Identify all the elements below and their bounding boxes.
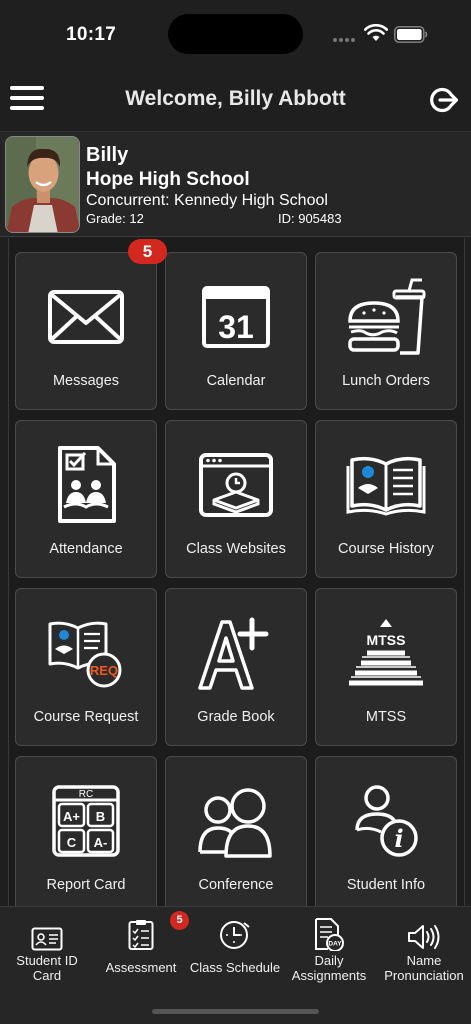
tile-label: Grade Book [197, 709, 275, 725]
id-card-icon [31, 927, 63, 951]
student-grade: Grade: 12 [86, 211, 144, 226]
tile-lunch-orders[interactable]: Lunch Orders [315, 252, 457, 410]
people-icon [198, 788, 272, 858]
wifi-icon [364, 24, 388, 41]
student-name: Billy [86, 144, 129, 166]
day-label: DAY [328, 941, 342, 948]
feature-grid: Messages 31 Calendar Lunch Orders Attend… [8, 238, 465, 906]
home-indicator[interactable] [152, 1009, 319, 1014]
svg-text:i: i [394, 824, 403, 853]
tile-label: Class Websites [186, 541, 286, 557]
mtss-text: MTSS [367, 632, 406, 648]
grade-cell: A- [94, 835, 108, 850]
pyramid-icon: MTSS [349, 619, 423, 686]
tile-messages[interactable]: Messages [15, 252, 157, 410]
tab-name-pronunciation[interactable]: Name Pronunciation [378, 917, 470, 983]
tab-label: Assignments [291, 968, 367, 983]
app-header: Welcome, Billy Abbott [0, 66, 471, 130]
open-book-icon [346, 456, 426, 516]
clock-icon [220, 921, 250, 949]
envelope-icon [48, 290, 124, 344]
tab-class-schedule[interactable]: Class Schedule [186, 917, 284, 975]
book-req-icon: REQ [48, 621, 122, 688]
tile-course-request[interactable]: REQ Course Request [15, 588, 157, 746]
person-info-icon: i [355, 785, 418, 857]
browser-clock-icon [199, 453, 273, 517]
tile-label: Conference [198, 877, 274, 893]
tile-label: MTSS [365, 709, 407, 725]
day-document-icon: DAY [315, 918, 344, 951]
tab-assessment[interactable]: Assessment [100, 917, 182, 975]
tile-label: Lunch Orders [342, 373, 430, 389]
rc-label: RC [79, 789, 93, 800]
tile-report-card[interactable]: RC A+ B C A- Report Card [15, 756, 157, 906]
tile-label: Course History [338, 541, 434, 557]
speaker-icon [408, 925, 440, 949]
battery-icon [394, 26, 428, 43]
grade-cell: A+ [63, 809, 80, 824]
calendar-day: 31 [218, 309, 254, 345]
tab-label: Name [406, 953, 442, 968]
burger-drink-icon [348, 278, 426, 355]
status-bar: 10:17 [0, 0, 471, 66]
calendar-icon: 31 [202, 286, 270, 348]
tile-label: Attendance [49, 541, 123, 557]
messages-unread-badge: 5 [128, 239, 167, 264]
tile-label: Calendar [206, 373, 266, 389]
tab-label: Assessment [105, 960, 177, 975]
attendance-clipboard-icon [58, 446, 116, 523]
tile-student-info[interactable]: i Student Info [315, 756, 457, 906]
tab-daily-assignments[interactable]: DAY Daily Assignments [288, 917, 370, 983]
tile-course-history[interactable]: Course History [315, 420, 457, 578]
bottom-tab-bar: Student ID Card Assessment Class Schedul… [0, 906, 471, 1024]
a-plus-icon [198, 617, 269, 690]
tab-label: Daily [314, 953, 344, 968]
tile-conference[interactable]: Conference [165, 756, 307, 906]
tab-label: Student ID [16, 953, 78, 968]
logout-button[interactable] [428, 86, 458, 114]
student-id: ID: 905483 [278, 211, 342, 226]
school-name: Hope High School [86, 169, 250, 190]
tile-calendar[interactable]: 31 Calendar [165, 252, 307, 410]
tile-mtss[interactable]: MTSS MTSS [315, 588, 457, 746]
concurrent-school: Concurrent: Kennedy High School [86, 192, 328, 209]
student-avatar [5, 136, 80, 233]
grade-cell: B [96, 809, 105, 824]
req-label: REQ [90, 663, 118, 678]
tab-label: Class Schedule [189, 960, 281, 975]
tile-attendance[interactable]: Attendance [15, 420, 157, 578]
grade-cell: C [67, 835, 77, 850]
checklist-icon [128, 920, 154, 950]
tile-label: Messages [52, 373, 120, 389]
report-card-icon: RC A+ B C A- [52, 785, 120, 857]
tab-label: Card [32, 968, 62, 983]
tab-label: Pronunciation [384, 968, 464, 983]
assessment-badge: 5 [170, 911, 189, 930]
tile-label: Student Info [346, 877, 426, 893]
dynamic-island [168, 14, 303, 54]
student-profile: Billy Hope High School Concurrent: Kenne… [0, 131, 471, 237]
tile-class-websites[interactable]: Class Websites [165, 420, 307, 578]
tab-student-id-card[interactable]: Student ID Card [6, 917, 88, 983]
tile-label: Course Request [33, 709, 139, 725]
status-time: 10:17 [66, 24, 117, 45]
tile-label: Report Card [46, 877, 126, 893]
welcome-title: Welcome, Billy Abbott [125, 87, 346, 110]
tile-grade-book[interactable]: Grade Book [165, 588, 307, 746]
cellular-signal-icon [333, 38, 355, 42]
